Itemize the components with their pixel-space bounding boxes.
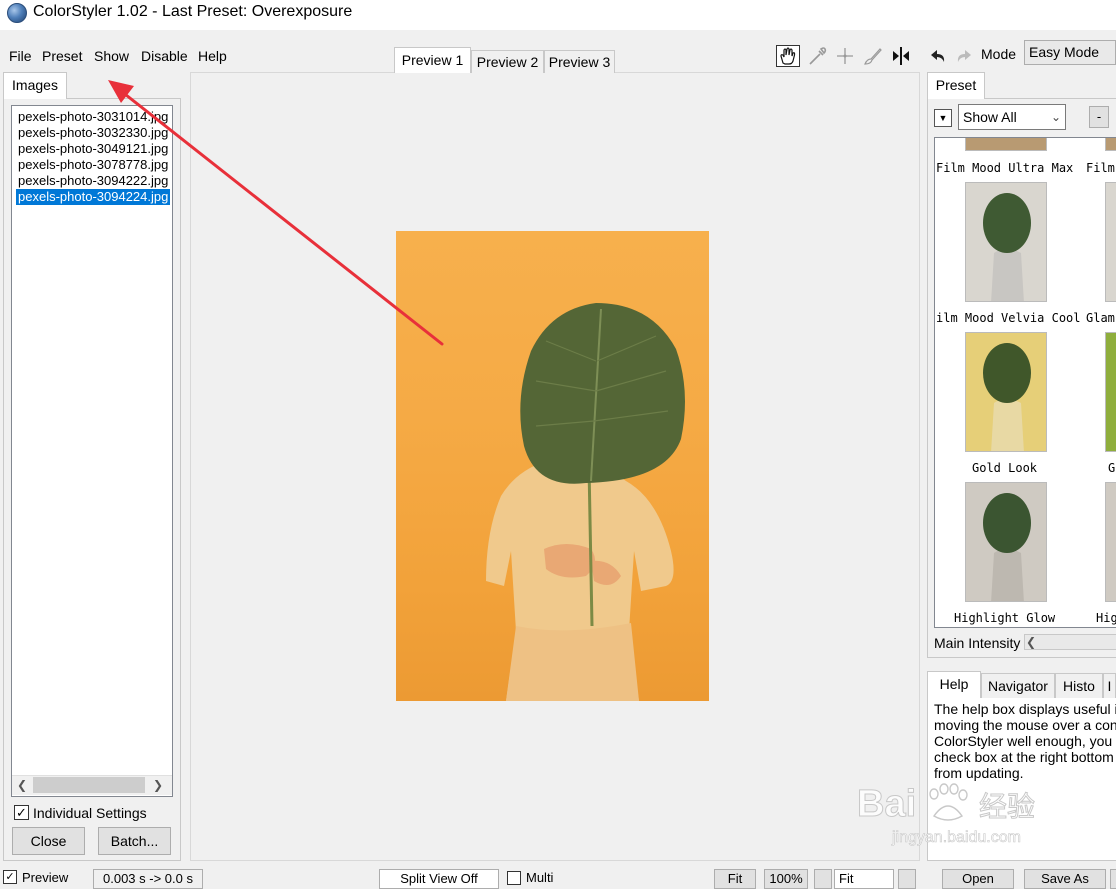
app-icon (7, 3, 27, 23)
preset-thumbnail-grid[interactable]: Film Mood Ultra Max Film ilm Mood Velvia… (934, 137, 1116, 628)
chevron-left-icon[interactable]: ❮ (1026, 634, 1036, 650)
split-arrows-icon[interactable] (890, 45, 914, 67)
tab-navigator[interactable]: Navigator (981, 673, 1055, 698)
preset-thumbnail[interactable] (1105, 482, 1116, 602)
tab-preset[interactable]: Preset (927, 72, 985, 99)
watermark-url: jingyan.baidu.com (891, 829, 1021, 846)
baidu-watermark: Bai 经验 jingyan.baidu.com (855, 770, 1055, 850)
menu-file[interactable]: File (7, 46, 34, 66)
menu-disable[interactable]: Disable (139, 46, 190, 66)
batch-button[interactable]: Batch... (98, 827, 171, 855)
mode-select[interactable]: Easy Mode (1024, 40, 1116, 65)
preset-label: Highlight Glow (954, 611, 1056, 625)
split-view-select[interactable]: Split View Off (379, 869, 499, 889)
preset-label: Film (1086, 161, 1115, 175)
preset-label: Glam (1086, 311, 1115, 325)
multi-label: Multi (526, 870, 554, 885)
list-item[interactable]: pexels-photo-3031014.jpg (16, 109, 170, 125)
tab-preview-3[interactable]: Preview 3 (544, 50, 615, 73)
brush-icon[interactable] (862, 45, 886, 67)
tab-help[interactable]: Help (927, 671, 981, 698)
hand-icon[interactable] (776, 45, 800, 67)
fit-select[interactable]: Fit (834, 869, 894, 889)
tab-histo[interactable]: Histo (1055, 673, 1103, 698)
list-item[interactable]: pexels-photo-3078778.jpg (16, 157, 170, 173)
zoom-out-button[interactable] (814, 869, 832, 889)
tab-more[interactable]: I (1103, 673, 1116, 698)
scroll-right-icon[interactable]: ❯ (150, 776, 166, 794)
scroll-thumb[interactable] (33, 777, 145, 793)
more-button[interactable] (1110, 869, 1116, 889)
list-item[interactable]: pexels-photo-3032330.jpg (16, 125, 170, 141)
menu-show[interactable]: Show (92, 46, 131, 66)
preset-label: ilm Mood Velvia Cool (936, 311, 1081, 325)
preset-thumbnail[interactable] (965, 482, 1047, 602)
save-as-button[interactable]: Save As (1024, 869, 1106, 889)
preset-dropdown-button[interactable]: ▼ (934, 109, 952, 127)
menu-preset[interactable]: Preset (40, 46, 84, 66)
svg-text:Bai: Bai (857, 783, 916, 825)
help-text-line: check box at the right bottom to (934, 749, 1116, 765)
help-text-line: The help box displays useful inf (934, 701, 1116, 717)
preset-thumbnail[interactable] (1105, 182, 1116, 302)
crosshair-icon[interactable] (834, 45, 858, 67)
svg-text:经验: 经验 (979, 790, 1035, 823)
preset-thumbnail[interactable] (965, 332, 1047, 452)
individual-settings-checkbox[interactable]: ✓ (14, 805, 29, 820)
preset-thumbnail[interactable] (1105, 138, 1116, 151)
preview-photo[interactable] (396, 231, 709, 701)
help-text-line: ColorStyler well enough, you ca (934, 733, 1116, 749)
fit-button[interactable]: Fit (714, 869, 756, 889)
preset-label: Hig (1096, 611, 1116, 625)
preset-thumbnail[interactable] (1105, 332, 1116, 452)
zoom-in-button[interactable] (898, 869, 916, 889)
eyedropper-icon[interactable] (806, 45, 830, 67)
main-intensity-slider[interactable] (1024, 634, 1116, 650)
list-item[interactable]: pexels-photo-3049121.jpg (16, 141, 170, 157)
window-title: ColorStyler 1.02 - Last Preset: Overexpo… (33, 3, 353, 20)
minus-button[interactable]: - (1089, 106, 1109, 128)
preview-label: Preview (22, 870, 69, 885)
close-button[interactable]: Close (12, 827, 85, 855)
scroll-left-icon[interactable]: ❮ (14, 776, 30, 794)
list-item[interactable]: pexels-photo-3094222.jpg (16, 173, 170, 189)
preset-label: Gold Look (972, 461, 1038, 475)
chevron-down-icon[interactable]: ⌄ (1046, 104, 1066, 130)
redo-icon[interactable] (952, 45, 976, 67)
tab-images[interactable]: Images (3, 72, 67, 99)
open-button[interactable]: Open (942, 869, 1014, 889)
preset-label: Film Mood Ultra Max (936, 161, 1074, 175)
tab-preview-2[interactable]: Preview 2 (471, 50, 544, 73)
main-intensity-label: Main Intensity (934, 635, 1021, 651)
tab-preview-1[interactable]: Preview 1 (394, 47, 471, 73)
mode-label: Mode (981, 46, 1017, 62)
preset-label: G (1108, 461, 1116, 475)
multi-checkbox[interactable] (507, 871, 521, 885)
preset-thumbnail[interactable] (965, 182, 1047, 302)
list-item-selected[interactable]: pexels-photo-3094224.jpg (16, 189, 171, 205)
preset-thumbnail[interactable] (965, 138, 1047, 151)
zoom-100-button[interactable]: 100% (764, 869, 808, 889)
individual-settings-label: Individual Settings (33, 805, 147, 821)
timing-readout: 0.003 s -> 0.0 s (93, 869, 203, 889)
menu-help[interactable]: Help (196, 46, 229, 66)
help-text-line: moving the mouse over a contr (934, 717, 1116, 733)
undo-icon[interactable] (928, 45, 952, 67)
image-file-list[interactable]: pexels-photo-3031014.jpg pexels-photo-30… (11, 105, 173, 797)
